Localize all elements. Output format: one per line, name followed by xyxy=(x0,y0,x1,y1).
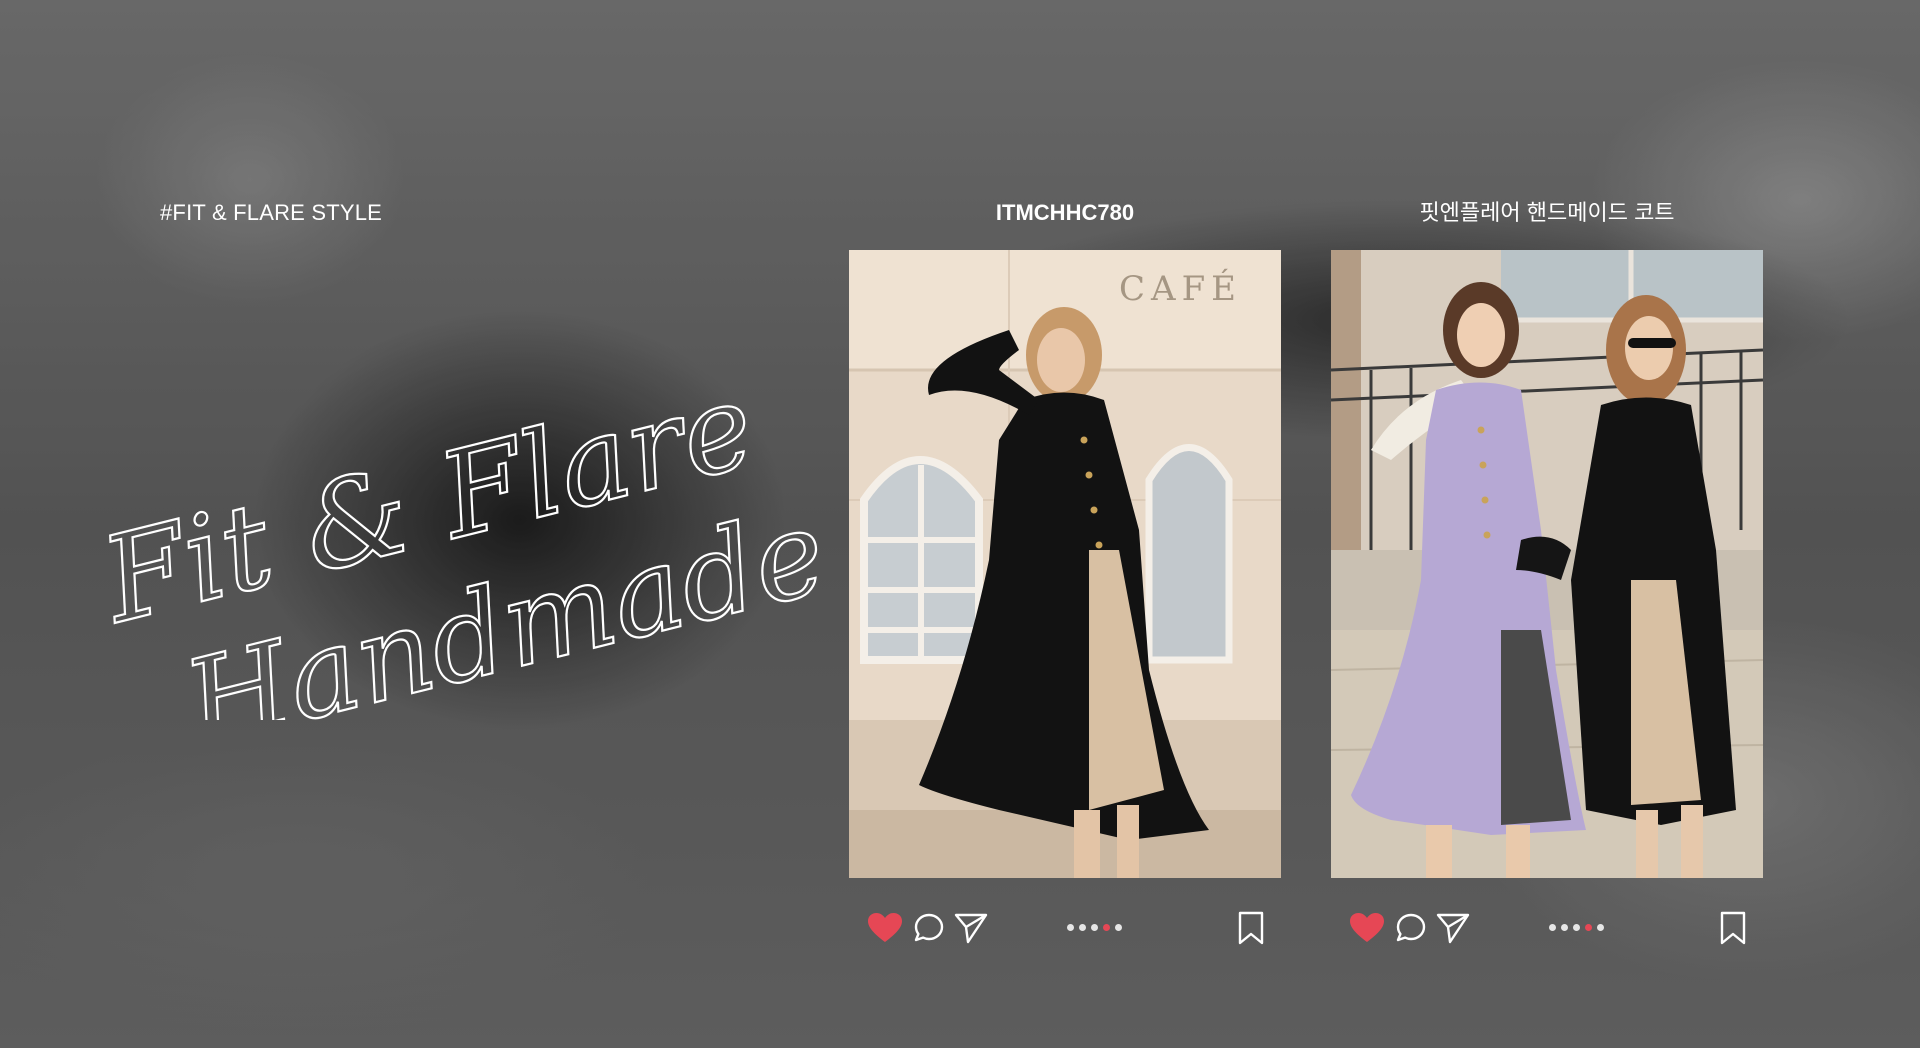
cafe-sign: CAFÉ xyxy=(1119,268,1242,309)
comment-icon[interactable] xyxy=(1393,910,1429,946)
post-title: 핏엔플레어 핸드메이드 코트 xyxy=(1419,200,1675,225)
comment-icon[interactable] xyxy=(911,910,947,946)
carousel-dots xyxy=(1549,924,1604,931)
bookmark-icon[interactable] xyxy=(1715,910,1751,946)
carousel-dot[interactable] xyxy=(1079,924,1086,931)
carousel-dot[interactable] xyxy=(1561,924,1568,931)
carousel-dot-active[interactable] xyxy=(1585,924,1592,931)
carousel-dot[interactable] xyxy=(1549,924,1556,931)
post-card-2: 핏엔플레어 핸드메이드 코트 xyxy=(1331,196,1763,956)
script-headline: Fit & Flare Handmade Coat xyxy=(40,354,1148,775)
heart-icon[interactable] xyxy=(867,910,903,946)
carousel-dot[interactable] xyxy=(1573,924,1580,931)
post-card-1: ITMCHHC780 CAFÉ xyxy=(849,196,1281,956)
carousel-dot[interactable] xyxy=(1067,924,1074,931)
post-photo[interactable] xyxy=(1331,250,1763,878)
send-icon[interactable] xyxy=(953,910,989,946)
heart-icon[interactable] xyxy=(1349,910,1385,946)
carousel-dot[interactable] xyxy=(1597,924,1604,931)
send-icon[interactable] xyxy=(1435,910,1471,946)
carousel-dot-active[interactable] xyxy=(1103,924,1110,931)
hashtag-label: #FIT & FLARE STYLE xyxy=(160,200,383,225)
carousel-dot[interactable] xyxy=(1091,924,1098,931)
carousel-dots xyxy=(1067,924,1122,931)
post-photo[interactable]: CAFÉ xyxy=(849,250,1281,878)
post-actions-bar xyxy=(849,900,1281,956)
carousel-dot[interactable] xyxy=(1115,924,1122,931)
post-actions-bar xyxy=(1331,900,1763,956)
bookmark-icon[interactable] xyxy=(1233,910,1269,946)
post-title: ITMCHHC780 xyxy=(995,200,1135,225)
